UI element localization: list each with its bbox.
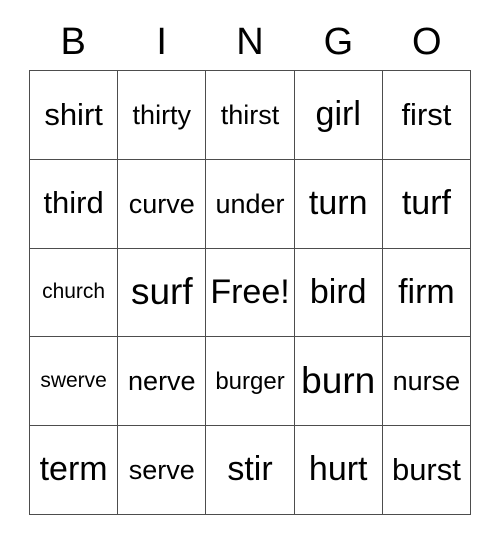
bingo-cell-label: burst: [391, 451, 461, 487]
bingo-cell-label: stir: [227, 450, 273, 489]
bingo-cell-label: curve: [128, 188, 195, 219]
bingo-cell-label: firm: [398, 272, 455, 311]
bingo-row: third curve under turn turf: [30, 159, 472, 249]
bingo-header-letter-g: G: [323, 21, 354, 63]
bingo-cell[interactable]: nerve: [118, 337, 207, 427]
bingo-cell-label: thirty: [132, 99, 192, 130]
bingo-grid: shirt thirty thirst girl first third curve unde…: [29, 70, 472, 515]
bingo-cell[interactable]: girl: [294, 71, 383, 160]
bingo-cell[interactable]: turf: [382, 159, 472, 249]
bingo-header-letter-o: O: [412, 21, 442, 63]
bingo-cell[interactable]: burst: [382, 426, 472, 515]
bingo-cell[interactable]: turn: [294, 159, 383, 249]
bingo-cell-label: girl: [315, 95, 361, 134]
bingo-cell-label: shirt: [44, 96, 103, 132]
bingo-row: swerve nerve burger burn nurse: [30, 337, 472, 427]
bingo-cell[interactable]: burger: [206, 337, 295, 427]
bingo-cell-label: turn: [308, 183, 368, 222]
bingo-cell-label: nurse: [392, 366, 461, 397]
bingo-cell-label: term: [39, 450, 108, 489]
bingo-free-space-cell[interactable]: Free!: [206, 248, 295, 338]
bingo-cell[interactable]: stir: [206, 426, 295, 515]
bingo-cell-label: nerve: [128, 366, 196, 397]
bingo-cell-label: surf: [130, 271, 193, 313]
bingo-cell[interactable]: serve: [118, 426, 207, 515]
bingo-cell-label: burger: [215, 367, 285, 395]
bingo-cell[interactable]: thirst: [206, 71, 295, 160]
bingo-row: church surf Free! bird firm: [30, 248, 472, 338]
bingo-cell[interactable]: nurse: [382, 337, 472, 427]
bingo-cell-label: hurt: [308, 450, 368, 489]
bingo-cell-label: third: [43, 185, 104, 221]
bingo-card: B I N G O shirt thirty thirst girl first third cur…: [0, 0, 500, 544]
bingo-cell-label: serve: [128, 454, 195, 485]
bingo-cell[interactable]: firm: [382, 248, 472, 338]
bingo-cell[interactable]: surf: [118, 248, 207, 338]
bingo-row: term serve stir hurt burst: [30, 426, 472, 515]
bingo-cell[interactable]: term: [30, 426, 119, 515]
bingo-cell-label: first: [401, 96, 452, 132]
bingo-cell[interactable]: first: [382, 71, 472, 160]
bingo-cell-label: turf: [401, 183, 451, 222]
bingo-header-letter-b: B: [60, 21, 86, 63]
bingo-cell[interactable]: hurt: [294, 426, 383, 515]
bingo-cell-label: church: [42, 280, 106, 304]
bingo-cell-label: Free!: [210, 272, 290, 311]
bingo-cell[interactable]: burn: [294, 337, 383, 427]
bingo-cell[interactable]: shirt: [30, 71, 119, 160]
bingo-cell-label: thirst: [220, 99, 280, 130]
bingo-cell-label: under: [215, 188, 285, 219]
bingo-row: shirt thirty thirst girl first: [30, 71, 472, 160]
bingo-cell-label: bird: [309, 272, 367, 311]
bingo-cell[interactable]: third: [30, 159, 119, 249]
bingo-header-letter-i: I: [156, 21, 167, 63]
bingo-cell[interactable]: swerve: [30, 337, 119, 427]
bingo-header-letter-n: N: [236, 21, 264, 63]
bingo-cell[interactable]: church: [30, 248, 119, 338]
bingo-cell[interactable]: under: [206, 159, 295, 249]
bingo-cell[interactable]: curve: [118, 159, 207, 249]
bingo-cell-label: swerve: [40, 369, 107, 393]
bingo-cell-label: burn: [301, 359, 376, 401]
bingo-header-row: BINGO: [29, 18, 471, 66]
bingo-cell[interactable]: bird: [294, 248, 383, 338]
bingo-cell[interactable]: thirty: [118, 71, 207, 160]
